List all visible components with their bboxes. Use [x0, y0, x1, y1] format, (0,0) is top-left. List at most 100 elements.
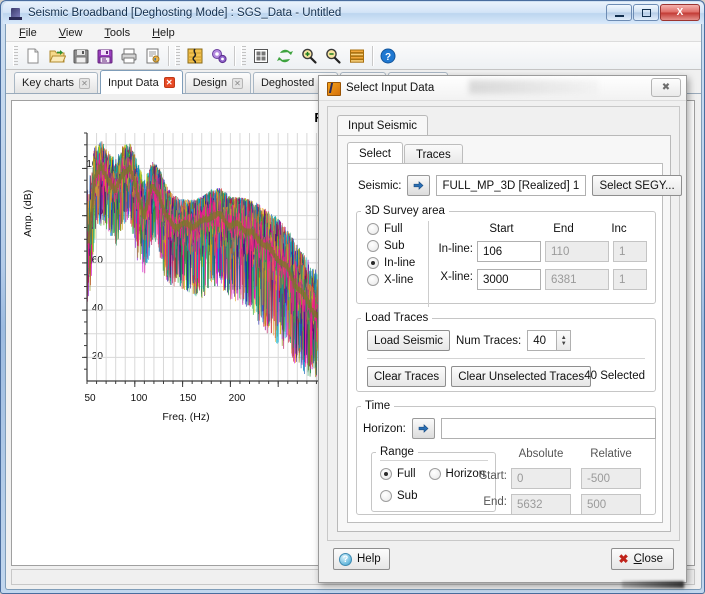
window-controls: X: [606, 4, 700, 21]
toolbar-grip[interactable]: [13, 45, 18, 66]
col-header-relative: Relative: [590, 448, 632, 460]
menu-file[interactable]: FFileile: [16, 26, 40, 40]
horizon-label: Horizon:: [363, 422, 406, 435]
window-close-button[interactable]: X: [660, 4, 700, 21]
survey-area-legend: 3D Survey area: [365, 205, 445, 217]
radio-full[interactable]: Full: [367, 223, 428, 235]
layers-icon[interactable]: [345, 44, 369, 68]
tab-label: Design: [192, 77, 227, 89]
zoom-out-icon[interactable]: [321, 44, 345, 68]
print-icon[interactable]: [117, 44, 141, 68]
minimize-button[interactable]: [606, 4, 632, 21]
horizon-pick-arrow-icon[interactable]: [411, 418, 435, 439]
tab-design[interactable]: Design ✕: [184, 72, 251, 93]
save-as-icon[interactable]: [93, 44, 117, 68]
toolbar: ?: [6, 42, 701, 70]
range-legend: Range: [380, 446, 414, 458]
radio-sub[interactable]: Sub: [367, 240, 428, 252]
row-label-x-line: X-line:: [440, 271, 473, 283]
window-titlebar: Seismic Broadband [Deghosting Mode] : SG…: [3, 2, 704, 24]
toolbar-separator-2: [234, 45, 235, 66]
close-button-label: Close: [633, 553, 663, 565]
inner-tabstrip: Select Traces: [347, 142, 464, 164]
x-line-start-input[interactable]: 3000: [477, 269, 541, 290]
settings-gears-icon[interactable]: [207, 44, 231, 68]
radio-dot-range-full[interactable]: [380, 468, 392, 480]
select-input-data-dialog: Select Input Data ✖ Input Seismic Select…: [318, 75, 687, 588]
refresh-icon[interactable]: [273, 44, 297, 68]
help-icon[interactable]: ?: [376, 44, 400, 68]
dialog-title: Select Input Data: [346, 82, 435, 94]
dialog-body: Input Seismic Select Traces Seismic: FUL…: [327, 106, 682, 541]
dialog-icon: [326, 81, 341, 96]
tab-close-icon[interactable]: ✕: [231, 77, 243, 89]
horizon-input[interactable]: [440, 418, 656, 439]
menu-help[interactable]: Help: [149, 26, 178, 40]
radio-dot-full: [367, 223, 379, 235]
num-traces-label: Num Traces:: [456, 334, 522, 347]
load-traces-group: Load Traces Load Seismic Num Traces: 40 …: [356, 312, 656, 392]
seismic-trace-icon[interactable]: [183, 44, 207, 68]
save-icon[interactable]: [69, 44, 93, 68]
radio-dot-in-line: [367, 257, 379, 269]
dialog-close-icon[interactable]: ✖: [651, 78, 681, 97]
grid-layout-icon[interactable]: [249, 44, 273, 68]
in-line-inc-input: 1: [613, 241, 647, 262]
col-header-end: End: [553, 223, 574, 235]
maximize-button[interactable]: [633, 4, 659, 21]
radio-in-line[interactable]: In-line: [367, 257, 428, 269]
new-icon[interactable]: [21, 44, 45, 68]
report-icon[interactable]: [141, 44, 165, 68]
tab-label: Key charts: [22, 77, 74, 89]
load-seismic-button[interactable]: Load Seismic: [367, 330, 451, 351]
in-line-start-input[interactable]: 106: [477, 241, 541, 262]
radio-x-line[interactable]: X-line: [367, 274, 428, 286]
open-folder-icon[interactable]: [45, 44, 69, 68]
clear-traces-row: Clear Traces Clear Unselected Traces: [367, 366, 592, 387]
load-traces-row: Load Seismic Num Traces: 40 ▲ ▼: [367, 330, 572, 351]
radio-label: Full: [397, 468, 416, 480]
radio-label: X-line: [384, 274, 414, 286]
radio-dot-range-horizon[interactable]: [428, 468, 441, 480]
stepper-down-icon[interactable]: ▼: [561, 341, 567, 347]
x-line-inc-input: 1: [613, 269, 647, 290]
clear-traces-button[interactable]: Clear Traces: [367, 366, 447, 387]
tab-input-seismic[interactable]: Input Seismic: [337, 115, 429, 136]
toolbar-separator: [168, 45, 169, 66]
dialog-title-blur: [469, 80, 599, 94]
tab-close-icon[interactable]: ✕: [163, 77, 175, 88]
start-absolute-input: 0: [511, 468, 571, 489]
tab-select[interactable]: Select: [347, 142, 403, 164]
select-pane: Seismic: FULL_MP_3D [Realized] 1 Select …: [347, 163, 682, 523]
zoom-in-icon[interactable]: [297, 44, 321, 68]
radio-dot-range-sub[interactable]: [380, 490, 392, 502]
menu-tools[interactable]: Tools: [101, 26, 133, 40]
seismic-value-input[interactable]: FULL_MP_3D [Realized] 1: [436, 175, 587, 196]
in-line-end-input: 110: [545, 241, 609, 262]
tab-label: Deghosted: [260, 77, 315, 89]
toolbar-grip-2[interactable]: [175, 45, 180, 66]
tab-close-icon[interactable]: ✕: [78, 77, 90, 89]
time-group: Time Horizon: Range Full Horizon Sub Abs…: [356, 400, 656, 515]
dialog-footer: ? Help ✖ Close: [327, 546, 680, 576]
row-label-start: Start:: [479, 470, 507, 482]
clear-unselected-traces-button[interactable]: Clear Unselected Traces: [451, 366, 592, 387]
tab-traces[interactable]: Traces: [403, 144, 463, 164]
spectrum-plot[interactable]: Amp. (dB) 100 80 60 40 20 50 100 150 200…: [22, 125, 346, 425]
num-traces-input[interactable]: 40: [527, 330, 558, 351]
start-relative-input: -500: [581, 468, 641, 489]
radio-label: Sub: [397, 490, 418, 502]
menu-view[interactable]: View: [56, 26, 86, 40]
select-segy-button[interactable]: Select SEGY...: [592, 175, 682, 196]
tab-key-charts[interactable]: Key charts ✕: [14, 72, 98, 93]
survey-area-radios: Full Sub In-line X-line: [367, 221, 429, 307]
toolbar-grip-3[interactable]: [241, 45, 246, 66]
num-traces-stepper[interactable]: ▲ ▼: [557, 330, 572, 351]
tab-input-data[interactable]: Input Data ✕: [99, 70, 183, 94]
close-button[interactable]: ✖ Close: [610, 548, 674, 570]
col-header-absolute: Absolute: [518, 448, 564, 460]
help-icon: ?: [339, 552, 352, 566]
seismic-pick-arrow-icon[interactable]: [407, 175, 431, 196]
help-button[interactable]: ? Help: [333, 548, 390, 570]
radio-sub-row: Sub: [380, 490, 417, 502]
